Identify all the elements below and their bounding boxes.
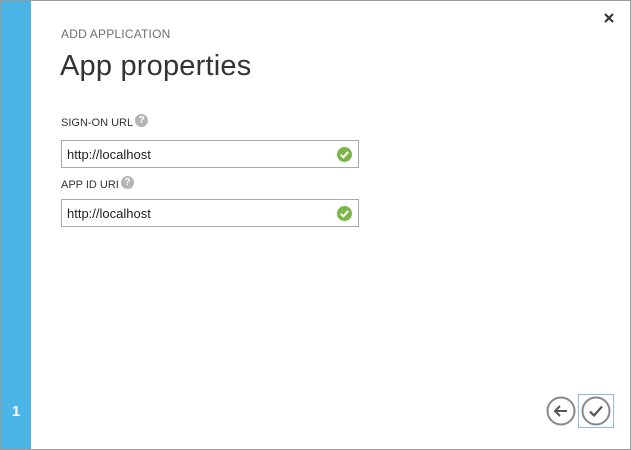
- page-title: App properties: [60, 50, 252, 82]
- sign-on-url-label-row: SIGN-ON URL ?: [61, 113, 149, 129]
- add-application-dialog: 1 ADD APPLICATION App properties SIGN-ON…: [0, 0, 631, 450]
- step-number: 1: [11, 403, 21, 420]
- app-id-uri-label-row: APP ID URI ?: [61, 175, 134, 191]
- finish-button[interactable]: [581, 396, 611, 426]
- dialog-eyebrow: ADD APPLICATION: [61, 27, 171, 41]
- sign-on-url-input[interactable]: [62, 141, 337, 167]
- help-icon[interactable]: ?: [120, 175, 134, 189]
- close-icon[interactable]: [602, 11, 616, 25]
- back-button[interactable]: [546, 396, 576, 426]
- app-id-uri-field-box: [61, 199, 359, 227]
- app-id-uri-label: APP ID URI: [61, 179, 119, 191]
- help-icon[interactable]: ?: [135, 113, 149, 127]
- step-rail: 1: [1, 1, 31, 449]
- app-id-uri-input[interactable]: [62, 200, 337, 226]
- arrow-left-icon: [546, 396, 576, 426]
- sign-on-url-field-box: [61, 140, 359, 168]
- sign-on-url-label: SIGN-ON URL: [61, 117, 134, 129]
- checkmark-icon: [581, 396, 611, 426]
- check-circle-icon: [337, 147, 352, 162]
- check-circle-icon: [337, 206, 352, 221]
